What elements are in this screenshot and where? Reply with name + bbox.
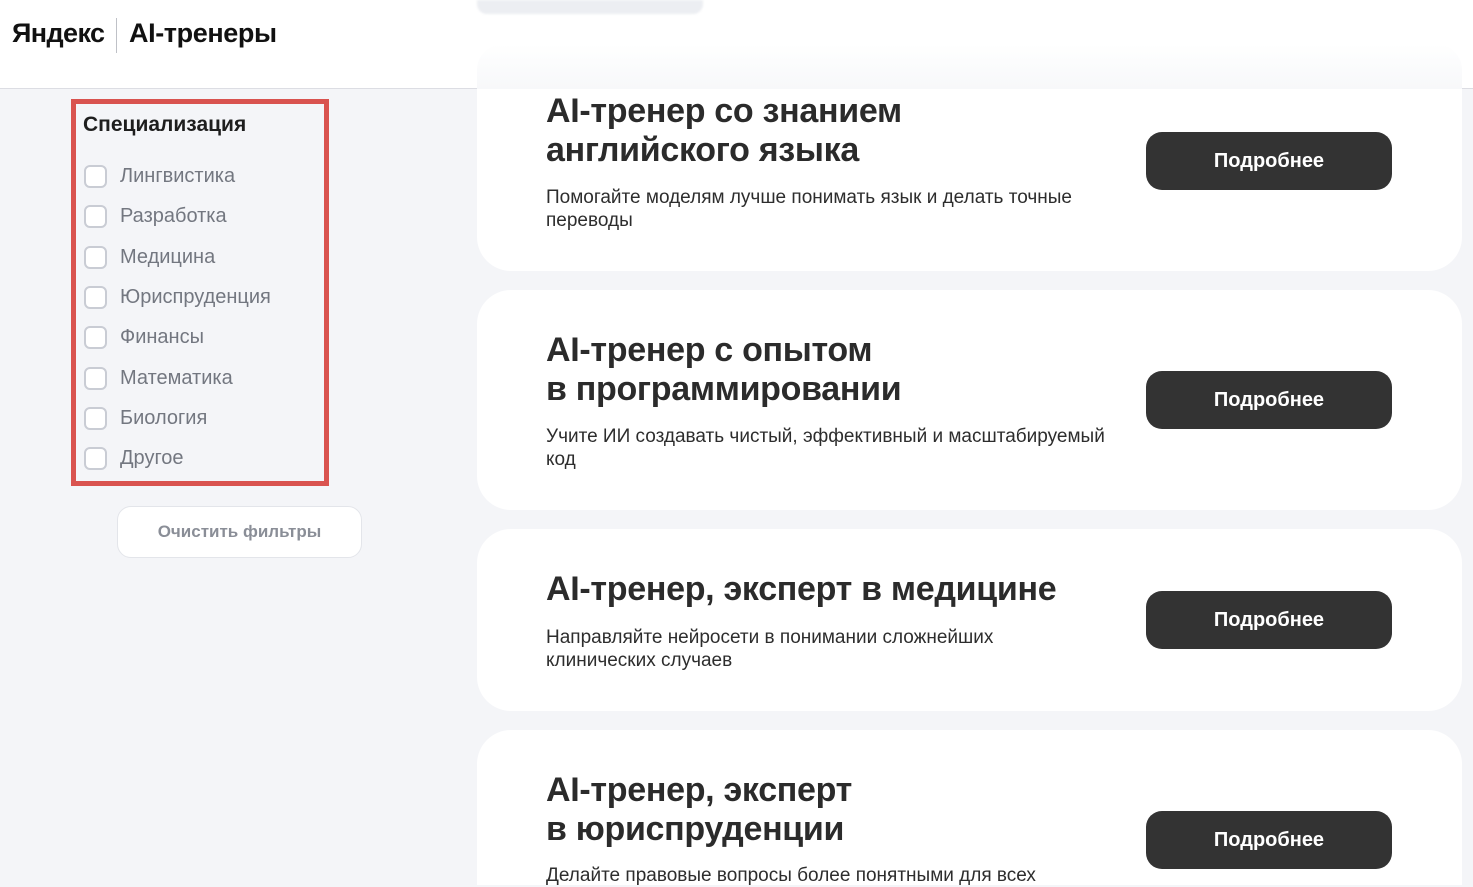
- checkbox[interactable]: [84, 245, 107, 269]
- card-title: AI-тренер со знанием английского языка: [546, 92, 1106, 170]
- card-title-line: AI-тренер, эксперт в медицине: [546, 570, 1057, 608]
- filter-option-label: Биология: [120, 406, 208, 429]
- header-ghost-bar: [477, 0, 703, 14]
- checkbox[interactable]: [84, 366, 107, 390]
- card-title-line: AI-тренер с опытом: [546, 331, 873, 369]
- card-title: AI-тренер, эксперт в медицине: [546, 570, 1146, 609]
- card-title-line: AI-тренер, эксперт: [546, 771, 853, 809]
- specialization-filter: Специализация Лингвистика Разработка Мед…: [71, 99, 329, 486]
- filter-option-math[interactable]: Математика: [84, 363, 233, 393]
- card-title-line: в юриспруденции: [546, 810, 845, 848]
- checkbox[interactable]: [84, 325, 107, 349]
- header-card-fade: [477, 44, 1462, 89]
- filter-option-other[interactable]: Другое: [84, 443, 184, 473]
- filter-option-label: Юриспруденция: [120, 285, 271, 308]
- card-programming: AI-тренер с опытом в программировании Уч…: [477, 290, 1462, 510]
- more-button[interactable]: Подробнее: [1146, 811, 1392, 869]
- card-description-line: переводы: [546, 210, 633, 231]
- filter-option-label: Финансы: [120, 325, 204, 348]
- filter-option-law[interactable]: Юриспруденция: [84, 282, 271, 312]
- checkbox[interactable]: [84, 285, 107, 309]
- card-description-line: Помогайте моделям лучше понимать язык и …: [546, 187, 1072, 208]
- card-description-line: Направляйте нейросети в понимании сложне…: [546, 627, 994, 648]
- yandex-logo[interactable]: Яндекс: [12, 18, 105, 49]
- filter-title: Специализация: [83, 113, 247, 136]
- card-law: AI-тренер, эксперт в юриспруденции Делай…: [477, 730, 1462, 887]
- card-description-line: клинических случаев: [546, 650, 733, 671]
- more-button[interactable]: Подробнее: [1146, 371, 1392, 429]
- filter-option-finance[interactable]: Финансы: [84, 322, 204, 352]
- logo-divider: [116, 18, 117, 53]
- card-title-line: в программировании: [546, 370, 902, 408]
- card-description-line: код: [546, 449, 576, 470]
- checkbox[interactable]: [84, 406, 107, 430]
- filter-option-biology[interactable]: Биология: [84, 403, 207, 433]
- clear-filters-button[interactable]: Очистить фильтры: [117, 506, 362, 558]
- filter-option-development[interactable]: Разработка: [84, 201, 227, 231]
- card-title: AI-тренер, эксперт в юриспруденции: [546, 771, 1106, 849]
- card-description: Направляйте нейросети в понимании сложне…: [546, 626, 1146, 672]
- card-description-line: Учите ИИ создавать чистый, эффективный и…: [546, 426, 1105, 447]
- filter-option-medicine[interactable]: Медицина: [84, 242, 215, 272]
- card-description-line: Делайте правовые вопросы более понятными…: [546, 865, 1036, 886]
- filter-option-label: Разработка: [120, 204, 227, 227]
- card-description: Помогайте моделям лучше понимать язык и …: [546, 186, 1146, 232]
- card-title-line: английского языка: [546, 131, 859, 169]
- filter-option-linguistics[interactable]: Лингвистика: [84, 161, 235, 191]
- card-description: Делайте правовые вопросы более понятными…: [546, 864, 1146, 887]
- more-button[interactable]: Подробнее: [1146, 591, 1392, 649]
- card-english: AI-тренер со знанием английского языка П…: [477, 89, 1462, 271]
- card-description: Учите ИИ создавать чистый, эффективный и…: [546, 425, 1146, 471]
- checkbox[interactable]: [84, 204, 107, 228]
- filter-option-label: Лингвистика: [120, 164, 236, 187]
- card-medicine: AI-тренер, эксперт в медицине Направляйт…: [477, 529, 1462, 711]
- product-title[interactable]: AI-тренеры: [129, 18, 277, 49]
- card-title: AI-тренер с опытом в программировании: [546, 331, 1106, 409]
- filter-option-label: Другое: [120, 446, 184, 469]
- checkbox[interactable]: [84, 164, 107, 188]
- filter-option-label: Медицина: [120, 245, 216, 268]
- more-button[interactable]: Подробнее: [1146, 132, 1392, 190]
- card-title-line: AI-тренер со знанием: [546, 92, 902, 130]
- site-header: Яндекс AI-тренеры: [0, 0, 1473, 89]
- checkbox[interactable]: [84, 446, 107, 470]
- filter-option-label: Математика: [120, 366, 233, 389]
